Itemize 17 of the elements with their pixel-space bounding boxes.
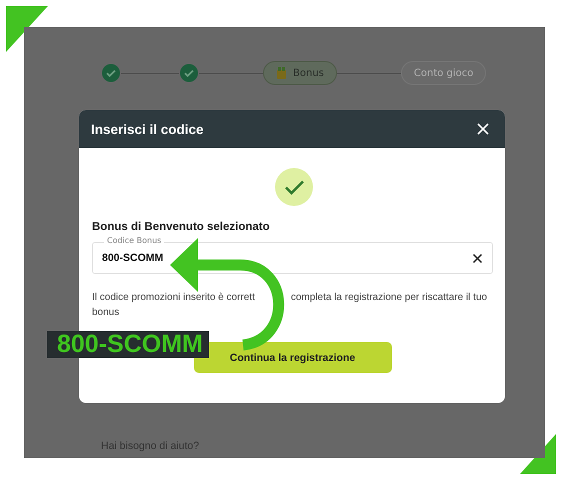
confirmation-message: bonus (92, 306, 120, 320)
confirmation-message: Il codice promozioni inserito è corrett (92, 291, 255, 305)
clear-icon[interactable] (472, 253, 483, 264)
step-pill: Bonus (263, 61, 337, 85)
corner-decoration (520, 434, 556, 474)
confirmation-message: completa la registrazione per riscattare il tuo (290, 291, 488, 305)
section-heading: Bonus di Benvenuto selezionato (92, 221, 271, 233)
close-button[interactable] (475, 121, 491, 137)
code-label: 800-SCOMM (47, 331, 209, 358)
field-label: Codice Bonus (104, 236, 164, 245)
check-icon (179, 63, 199, 83)
corner-decoration (6, 6, 48, 52)
dialog-title: Inserisci il codice (91, 122, 204, 136)
check-icon (101, 63, 121, 83)
gift-icon (276, 67, 287, 79)
step-pill: Conto gioco (400, 61, 486, 85)
success-check-icon (274, 168, 312, 206)
